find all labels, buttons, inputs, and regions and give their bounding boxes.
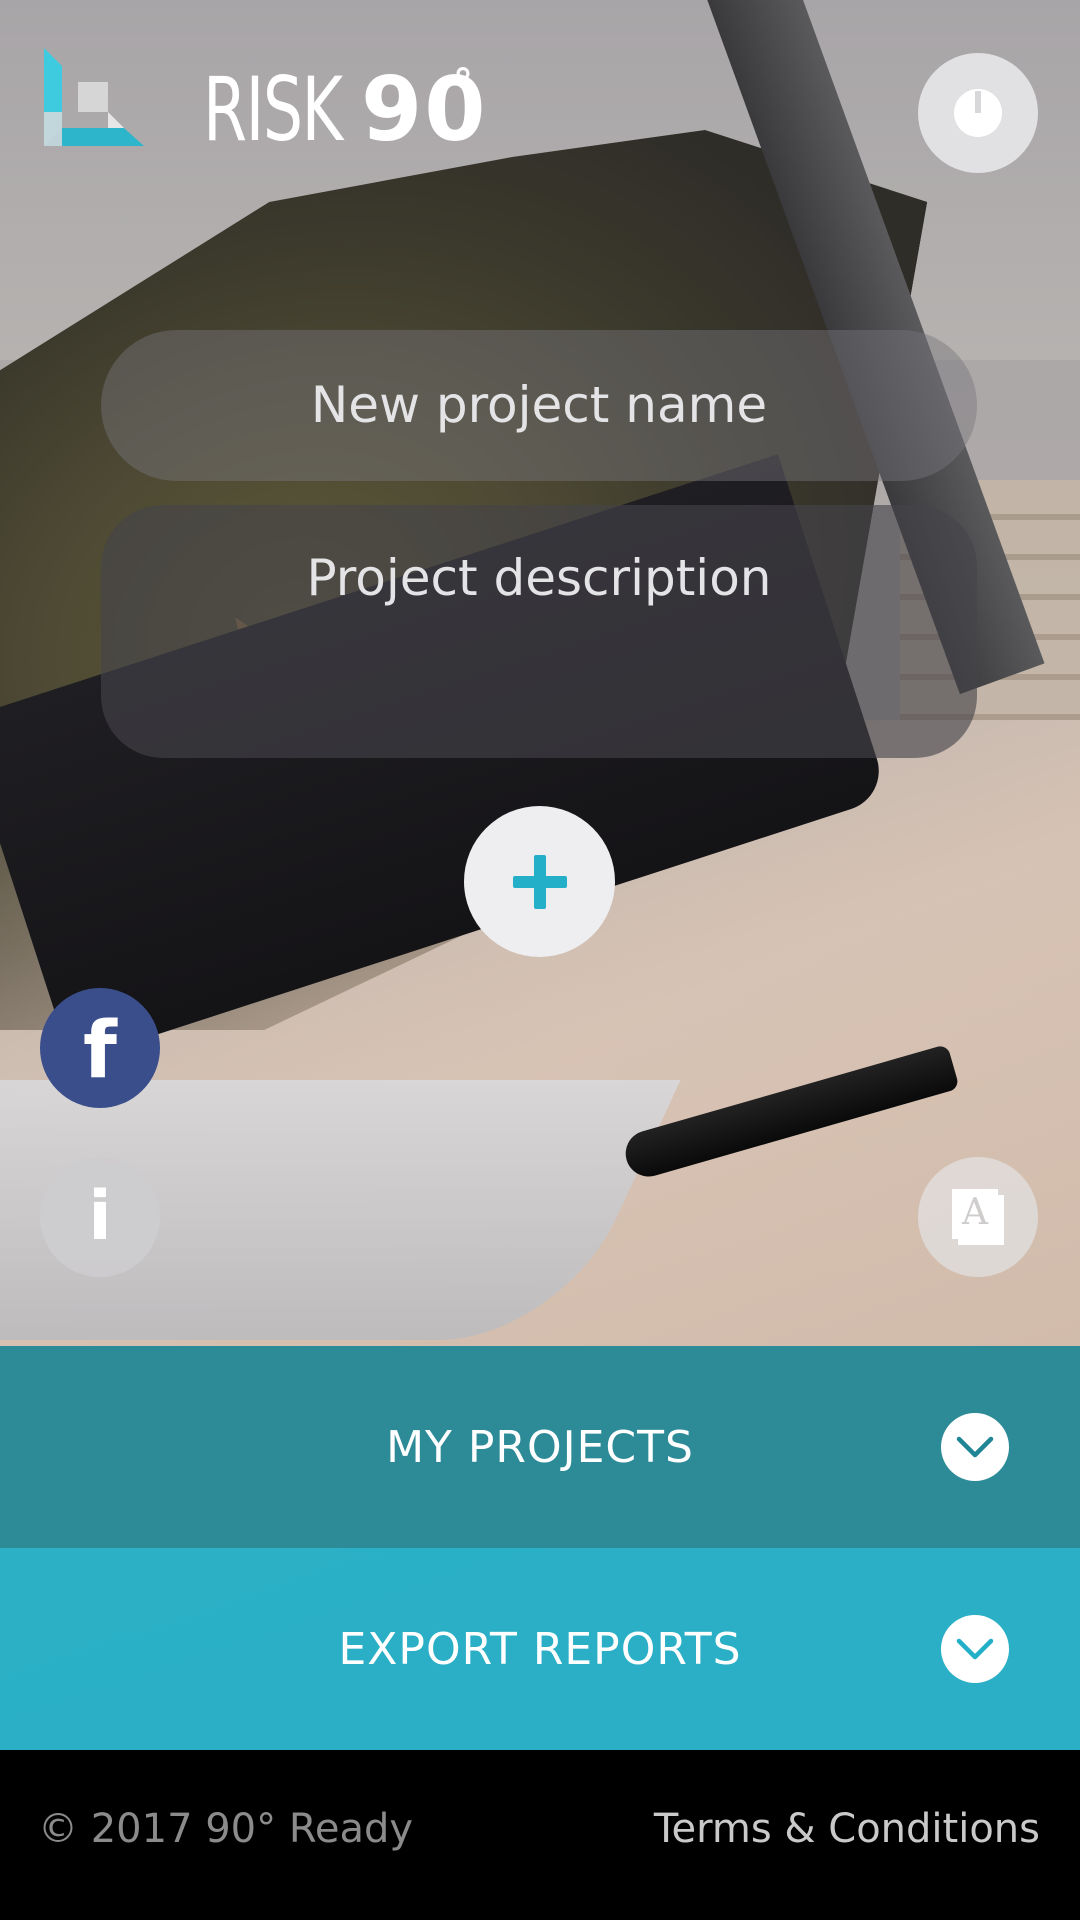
facebook-button[interactable]: f — [40, 988, 160, 1108]
app-logo-text: RISK 90 ° — [203, 58, 485, 161]
chevron-down-icon[interactable] — [941, 1413, 1009, 1481]
dictionary-button[interactable]: A — [918, 1157, 1038, 1277]
my-projects-section[interactable]: MY PROJECTS — [0, 1346, 1080, 1548]
export-reports-label: EXPORT REPORTS — [338, 1623, 742, 1675]
project-name-placeholder: New project name — [310, 376, 768, 434]
add-project-button[interactable] — [464, 806, 615, 957]
project-description-placeholder: Project description — [306, 549, 772, 607]
risk90-logo-icon — [44, 48, 144, 148]
logo-degree: ° — [453, 61, 473, 107]
facebook-icon: f — [83, 1006, 117, 1096]
copyright-text: © 2017 90° Ready — [38, 1806, 414, 1852]
power-button[interactable] — [918, 53, 1038, 173]
project-description-input[interactable]: Project description — [101, 505, 977, 758]
plus-icon — [512, 854, 567, 909]
terms-and-conditions-link[interactable]: Terms & Conditions — [654, 1806, 1040, 1852]
app-screen: RISK 90 ° New project name Project descr… — [0, 0, 1080, 1920]
info-icon: i — [88, 1177, 112, 1256]
export-reports-section[interactable]: EXPORT REPORTS — [0, 1548, 1080, 1750]
power-icon — [954, 89, 1002, 137]
my-projects-label: MY PROJECTS — [386, 1421, 694, 1473]
footer: © 2017 90° Ready Terms & Conditions — [0, 1750, 1080, 1920]
info-button[interactable]: i — [40, 1157, 160, 1277]
dictionary-letter: A — [962, 1192, 988, 1233]
logo-word: RISK — [203, 58, 343, 161]
dictionary-icon: A — [952, 1189, 1004, 1245]
chevron-down-icon[interactable] — [941, 1615, 1009, 1683]
project-name-input[interactable]: New project name — [101, 330, 977, 481]
